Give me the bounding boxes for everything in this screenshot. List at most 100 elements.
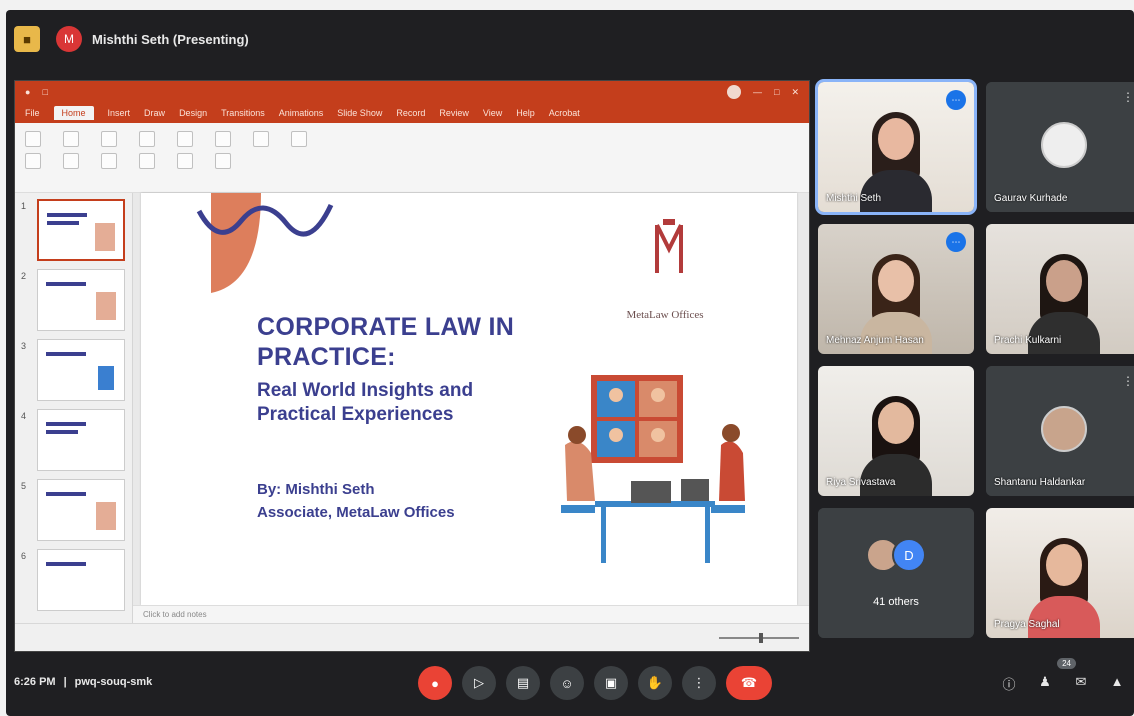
- user-avatar-icon[interactable]: [727, 85, 742, 99]
- bullets-icon[interactable]: [139, 131, 155, 147]
- mic-off-icon[interactable]: ●: [418, 666, 452, 700]
- participant-name: Pragya Saghal: [994, 619, 1060, 630]
- more-options-icon[interactable]: ⋮: [1122, 90, 1134, 104]
- presenter-label: Mishthi Seth (Presenting): [92, 31, 249, 47]
- participant-tile[interactable]: Pragya Saghal: [986, 508, 1134, 638]
- emoji-icon[interactable]: ☺: [550, 666, 584, 700]
- info-icon[interactable]: ⓘ: [1000, 674, 1018, 693]
- other-avatar-initial: D: [892, 538, 926, 572]
- call-controls: ● ▷ ▤ ☺ ▣ ✋ ⋮ ☎: [418, 666, 772, 700]
- slide-subtitle: Real World Insights and Practical Experi…: [257, 380, 474, 425]
- present-screen-icon[interactable]: ▣: [594, 666, 628, 700]
- ribbon-tab-review[interactable]: Review: [439, 108, 469, 118]
- slide-thumbnail[interactable]: [37, 409, 125, 471]
- new-slide-icon[interactable]: [63, 131, 79, 147]
- people-icon[interactable]: ♟: [1036, 674, 1054, 693]
- ribbon-tab-help[interactable]: Help: [516, 108, 535, 118]
- meeting-time: 6:26 PM: [14, 676, 56, 688]
- zoom-slider-handle[interactable]: [759, 632, 763, 643]
- ribbon-tab-home[interactable]: Home: [53, 106, 94, 120]
- ribbon-group-paragraph[interactable]: [139, 131, 155, 169]
- designer-icon[interactable]: [291, 131, 307, 147]
- ribbon-tab-view[interactable]: View: [483, 108, 502, 118]
- participant-tile[interactable]: ⋯ Mishthi Seth: [815, 79, 977, 215]
- ribbon-tab-file[interactable]: File: [25, 108, 40, 118]
- ppt-status-bar: [15, 623, 809, 651]
- meeting-code[interactable]: pwq-souq-smk: [75, 676, 153, 688]
- others-tile[interactable]: D 41 others: [818, 508, 974, 638]
- participant-tile[interactable]: ⋮ Gaurav Kurhade: [986, 82, 1134, 212]
- close-icon[interactable]: ✕: [791, 87, 799, 98]
- slide-title: CORPORATE LAW IN PRACTICE:: [257, 313, 515, 371]
- zoom-slider[interactable]: [719, 632, 799, 643]
- participant-name: Mehnaz Anjum Hasan: [826, 335, 924, 346]
- speaking-indicator-icon: ⋯: [946, 90, 966, 110]
- ribbon-group-slides[interactable]: [63, 131, 79, 169]
- ribbon-group-font[interactable]: [101, 131, 117, 169]
- presenter-indicator[interactable]: M Mishthi Seth (Presenting): [56, 26, 249, 52]
- maximize-icon[interactable]: □: [774, 87, 779, 97]
- ribbon-tab-animations[interactable]: Animations: [279, 108, 324, 118]
- ribbon-tab-transitions[interactable]: Transitions: [221, 108, 265, 118]
- paste-icon[interactable]: [25, 131, 41, 147]
- slide-byline: By: Mishthi Seth Associate, MetaLaw Offi…: [257, 479, 557, 524]
- ribbon-tab-record[interactable]: Record: [396, 108, 425, 118]
- top-bar: ■ M Mishthi Seth (Presenting): [6, 10, 1134, 68]
- layout-icon[interactable]: [63, 153, 79, 169]
- ribbon-tab-acrobat[interactable]: Acrobat: [549, 108, 580, 118]
- meet-app-icon[interactable]: ■: [14, 26, 40, 52]
- slide-thumbnail[interactable]: [37, 199, 125, 261]
- slide-thumbnail[interactable]: [37, 479, 125, 541]
- participant-tile[interactable]: ⋯ Mehnaz Anjum Hasan: [818, 224, 974, 354]
- end-call-icon[interactable]: ☎: [726, 666, 772, 700]
- participant-tile[interactable]: ⋮ Shantanu Haldankar: [986, 366, 1134, 496]
- ribbon-group-designer[interactable]: [291, 131, 307, 147]
- metalaw-logo-icon: [655, 219, 683, 273]
- captions-icon[interactable]: ▤: [506, 666, 540, 700]
- raise-hand-icon[interactable]: ✋: [638, 666, 672, 700]
- participant-tile[interactable]: Riya Srivastava: [818, 366, 974, 496]
- ppt-workspace: 1 2 3 4 5 6 CORPORATE LAW IN PRACTICE: R…: [15, 193, 809, 623]
- ribbon-tab-insert[interactable]: Insert: [108, 108, 131, 118]
- italic-icon[interactable]: [101, 153, 117, 169]
- align-icon[interactable]: [139, 153, 155, 169]
- shapes-icon[interactable]: [177, 131, 193, 147]
- ribbon-group-editing[interactable]: [215, 131, 231, 169]
- ribbon-tab-design[interactable]: Design: [179, 108, 207, 118]
- slide-thumbnail[interactable]: [37, 549, 125, 611]
- ribbon-group-voice[interactable]: [253, 131, 269, 147]
- save-icon[interactable]: □: [42, 87, 47, 97]
- thumb-number: 5: [21, 481, 27, 491]
- replace-icon[interactable]: [215, 153, 231, 169]
- bottom-control-bar: 6:26 PM | pwq-souq-smk ● ▷ ▤ ☺ ▣ ✋ ⋮ ☎ 2…: [6, 654, 1134, 716]
- minimize-icon[interactable]: —: [753, 87, 762, 97]
- arrange-icon[interactable]: [177, 153, 193, 169]
- current-slide[interactable]: CORPORATE LAW IN PRACTICE: Real World In…: [141, 193, 797, 605]
- more-options-icon[interactable]: ⋮: [682, 666, 716, 700]
- ppt-ribbon: [15, 123, 809, 193]
- slide-author: By: Mishthi Seth: [257, 481, 375, 498]
- ribbon-group-drawing[interactable]: [177, 131, 193, 169]
- ribbon-tab-draw[interactable]: Draw: [144, 108, 165, 118]
- chat-count-badge: 24: [1057, 658, 1076, 669]
- slide-thumbnail[interactable]: [37, 269, 125, 331]
- dictate-icon[interactable]: [253, 131, 269, 147]
- participant-tile[interactable]: Prachi Kulkarni: [986, 224, 1134, 354]
- ribbon-group-clipboard[interactable]: [25, 131, 41, 169]
- meeting-info: 6:26 PM | pwq-souq-smk: [14, 676, 152, 688]
- chat-icon[interactable]: ✉: [1072, 674, 1090, 693]
- slide-thumbnail[interactable]: [37, 339, 125, 401]
- copy-icon[interactable]: [25, 153, 41, 169]
- participant-name: Riya Srivastava: [826, 477, 896, 488]
- slide-author-role: Associate, MetaLaw Offices: [257, 503, 455, 521]
- more-options-icon[interactable]: ⋮: [1122, 374, 1134, 388]
- thumb-number: 6: [21, 551, 27, 561]
- activities-icon[interactable]: ▲: [1108, 674, 1126, 693]
- notes-pane[interactable]: Click to add notes: [133, 605, 809, 623]
- ribbon-tab-slide-show[interactable]: Slide Show: [337, 108, 382, 118]
- camera-icon[interactable]: ▷: [462, 666, 496, 700]
- bold-icon[interactable]: [101, 131, 117, 147]
- find-icon[interactable]: [215, 131, 231, 147]
- ppt-ribbon-tabs: File Home Insert Draw Design Transitions…: [15, 103, 809, 123]
- autosave-icon[interactable]: ●: [25, 87, 30, 97]
